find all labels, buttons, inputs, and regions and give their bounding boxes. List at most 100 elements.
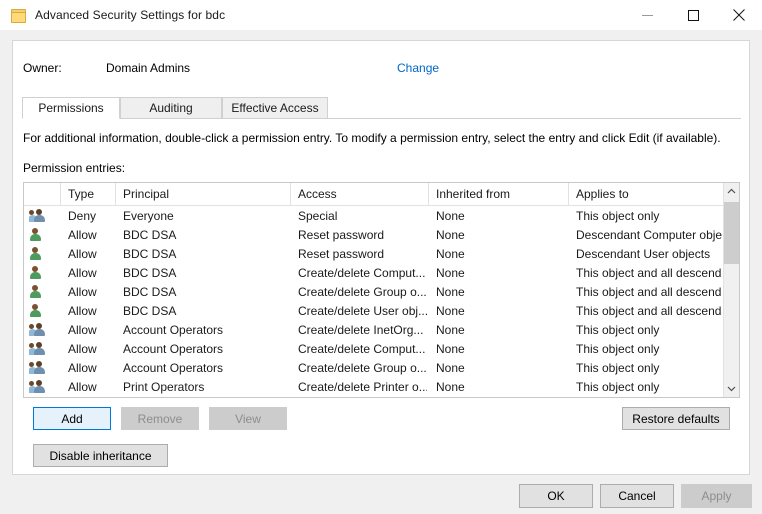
table-row[interactable]: Allow Account Operators Create/delete Inet… (24, 320, 739, 339)
table-row[interactable]: Allow BDC DSA Reset password None Descendant… (24, 225, 739, 244)
owner-label: Owner: (23, 61, 62, 75)
ok-button[interactable]: OK (519, 484, 593, 508)
cell-inherited: None (436, 263, 567, 282)
column-header-inherited[interactable]: Inherited from (429, 183, 569, 205)
cell-principal: Print Operators (123, 377, 289, 396)
title-bar: Advanced Security Settings for bdc (0, 0, 762, 30)
cell-access: Create/delete Comput... (298, 339, 427, 358)
cell-principal: BDC DSA (123, 225, 289, 244)
minimize-button[interactable] (624, 0, 670, 30)
cell-applies: This object and all descendan... (576, 282, 722, 301)
cell-type: Allow (68, 339, 114, 358)
cell-access: Create/delete Printer o... (298, 377, 427, 396)
cell-principal: BDC DSA (123, 263, 289, 282)
cell-applies: This object only (576, 377, 722, 396)
list-header: TypePrincipalAccessInherited fromApplies… (24, 183, 739, 206)
cell-access: Create/delete Group o... (298, 358, 427, 377)
disable-inheritance-button[interactable]: Disable inheritance (33, 444, 168, 467)
cell-inherited: None (436, 206, 567, 225)
user-principal-icon (29, 225, 49, 244)
user-principal-icon (29, 244, 49, 263)
cell-access: Create/delete Group o... (298, 282, 427, 301)
column-header-access[interactable]: Access (291, 183, 429, 205)
cell-type: Allow (68, 282, 114, 301)
table-row[interactable]: Allow BDC DSA Create/delete User obj... Non… (24, 301, 739, 320)
window-title: Advanced Security Settings for bdc (35, 8, 225, 22)
view-button: View (209, 407, 287, 430)
tab-effective-access[interactable]: Effective Access (222, 97, 328, 119)
cell-inherited: None (436, 320, 567, 339)
user-principal-icon (29, 301, 49, 320)
cell-access: Reset password (298, 225, 427, 244)
folder-icon (10, 7, 26, 23)
cell-principal: Account Operators (123, 320, 289, 339)
cell-inherited: None (436, 358, 567, 377)
cell-principal: BDC DSA (123, 301, 289, 320)
scroll-down-arrow-icon[interactable] (724, 380, 739, 397)
cell-applies: This object and all descendan... (576, 301, 722, 320)
permission-entries-list[interactable]: TypePrincipalAccessInherited fromApplies… (23, 182, 740, 398)
cell-inherited: None (436, 377, 567, 396)
table-row[interactable]: Allow Account Operators Create/delete Grou… (24, 358, 739, 377)
close-button[interactable] (716, 0, 762, 30)
remove-button: Remove (121, 407, 199, 430)
cell-applies: This object only (576, 339, 722, 358)
cell-applies: Descendant Computer objects (576, 225, 722, 244)
owner-value: Domain Admins (106, 61, 190, 75)
cell-type: Allow (68, 244, 114, 263)
cell-type: Allow (68, 377, 114, 396)
group-principal-icon (29, 320, 49, 339)
cell-applies: This object and all descendan... (576, 263, 722, 282)
cell-type: Allow (68, 301, 114, 320)
restore-defaults-button[interactable]: Restore defaults (622, 407, 730, 430)
cell-access: Create/delete User obj... (298, 301, 427, 320)
user-principal-icon (29, 282, 49, 301)
table-row[interactable]: Allow BDC DSA Create/delete Group o... None… (24, 282, 739, 301)
column-header-principal[interactable]: Principal (116, 183, 291, 205)
cell-principal: Account Operators (123, 358, 289, 377)
group-principal-icon (29, 339, 49, 358)
cell-applies: This object only (576, 320, 722, 339)
cell-type: Allow (68, 263, 114, 282)
cell-applies: Descendant User objects (576, 244, 722, 263)
add-button[interactable]: Add (33, 407, 111, 430)
cell-principal: Account Operators (123, 339, 289, 358)
vertical-scrollbar[interactable] (723, 183, 739, 397)
owner-row: Owner: Domain Admins Change (13, 61, 749, 81)
change-owner-link[interactable]: Change (397, 61, 439, 75)
table-row[interactable]: DenyEveryoneSpecialNoneThis object only (24, 206, 739, 225)
tab-auditing[interactable]: Auditing (120, 97, 222, 119)
cancel-button[interactable]: Cancel (600, 484, 674, 508)
table-row[interactable]: Allow Print Operators Create/delete Printe… (24, 377, 739, 396)
permission-entries-label: Permission entries: (23, 161, 125, 175)
column-header-type[interactable]: Type (61, 183, 116, 205)
scrollbar-thumb[interactable] (724, 202, 739, 264)
cell-principal: BDC DSA (123, 282, 289, 301)
tab-permissions[interactable]: Permissions (22, 97, 120, 119)
tab-strip: Permissions Auditing Effective Access (22, 97, 741, 119)
maximize-button[interactable] (670, 0, 716, 30)
cell-inherited: None (436, 282, 567, 301)
cell-inherited: None (436, 339, 567, 358)
cell-principal: BDC DSA (123, 244, 289, 263)
scroll-up-arrow-icon[interactable] (724, 183, 739, 200)
cell-inherited: None (436, 225, 567, 244)
group-principal-icon (29, 206, 49, 225)
cell-type: Allow (68, 225, 114, 244)
apply-button: Apply (681, 484, 752, 508)
table-row[interactable]: AllowBDC DSAReset passwordNoneDescendant… (24, 244, 739, 263)
list-rows: DenyEveryoneSpecialNoneThis object onlyA… (24, 206, 739, 398)
column-header-icon[interactable] (24, 183, 61, 205)
cell-access: Create/delete InetOrg... (298, 320, 427, 339)
column-header-applies[interactable]: Applies to (569, 183, 724, 205)
table-row[interactable]: Allow BDC DSA Create/delete Comput... None T… (24, 263, 739, 282)
cell-type: Allow (68, 320, 114, 339)
dialog-panel: Owner: Domain Admins Change Permissions … (12, 40, 750, 475)
cell-inherited: None (436, 244, 567, 263)
cell-inherited: None (436, 301, 567, 320)
cell-type: Allow (68, 358, 114, 377)
cell-access: Create/delete Comput... (298, 263, 427, 282)
cell-applies: This object only (576, 358, 722, 377)
table-row[interactable]: Allow Account Operators Create/delete Comp… (24, 339, 739, 358)
tab-auditing-label: Auditing (149, 101, 192, 115)
